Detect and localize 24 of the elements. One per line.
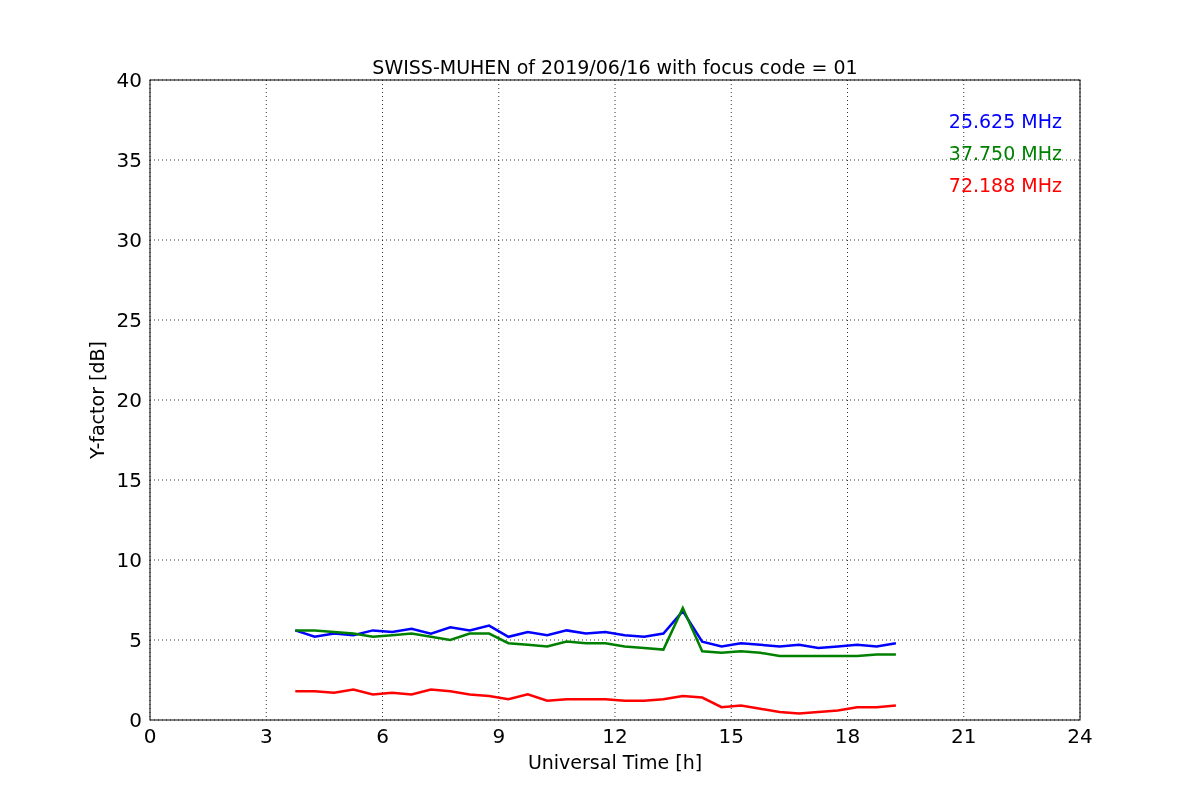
tick-label: 25 [116,308,142,332]
tick-label: 10 [116,548,142,572]
tick-label: 0 [143,724,157,748]
tick-label: 40 [116,68,142,92]
legend-label: 72.188 MHz [948,174,1062,196]
tick-label: 24 [1067,724,1093,748]
y-axis-label: Y-factor [dB] [86,341,108,459]
legend-label: 25.625 MHz [948,110,1062,132]
tick-label: 35 [116,148,142,172]
tick-label: 20 [116,388,142,412]
tick-label: 21 [951,724,977,748]
tick-label: 6 [376,724,389,748]
tick-label: 12 [602,724,628,748]
x-axis-label: Universal Time [h] [527,751,703,773]
tick-label: 30 [116,228,142,252]
tick-label: 9 [492,724,506,748]
tick-label: 18 [834,724,861,748]
chart-title: SWISS-MUHEN of 2019/06/16 with focus code = 01 [372,56,858,78]
tick-label: 3 [259,724,273,748]
legend-label: 37.750 MHz [948,142,1062,164]
tick-label: 0 [129,708,142,732]
tick-label: 15 [116,468,142,492]
tick-label: 15 [718,724,744,748]
tick-label: 5 [129,628,142,652]
